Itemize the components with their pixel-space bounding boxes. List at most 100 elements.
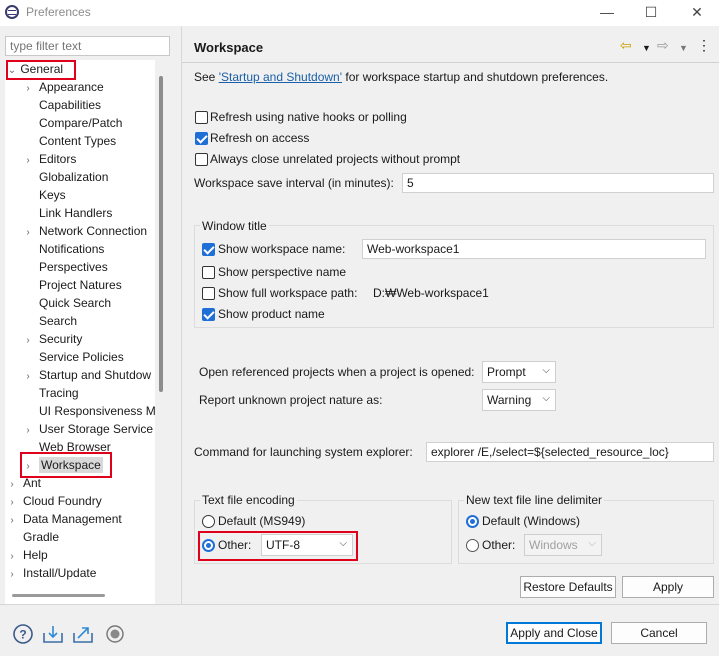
tree-item-project-natures[interactable]: Project Natures: [23, 276, 122, 294]
tree-item-globalization[interactable]: Globalization: [23, 168, 108, 186]
tree-item-label: Keys: [39, 188, 66, 202]
chevron-down-icon: ⌵: [542, 393, 550, 404]
vertical-scrollbar[interactable]: [159, 76, 163, 392]
delimiter-other-label: Other:: [482, 538, 516, 552]
refresh-native-label: Refresh using native hooks or polling: [210, 110, 407, 124]
tree-item-label: Editors: [39, 152, 77, 166]
back-arrow-icon[interactable]: ⇦: [620, 37, 632, 53]
tree-item-perspectives[interactable]: Perspectives: [23, 258, 108, 276]
preference-tree-pane: ⌄ General ›AppearanceCapabilitiesCompare…: [0, 26, 180, 618]
show-perspective-name-checkbox[interactable]: [202, 266, 215, 279]
refresh-access-label: Refresh on access: [210, 131, 310, 145]
tree-item-content-types[interactable]: Content Types: [23, 132, 116, 150]
show-full-path-checkbox[interactable]: [202, 287, 215, 300]
chevron-right-icon[interactable]: ›: [7, 566, 17, 584]
minimize-button[interactable]: —: [592, 2, 622, 22]
tree-item-label: Startup and Shutdow: [39, 368, 152, 382]
record-icon[interactable]: [104, 623, 126, 645]
open-referenced-select[interactable]: Prompt ⌵: [482, 361, 556, 383]
tree-item-ui-responsiveness-m[interactable]: UI Responsiveness M: [23, 402, 155, 420]
show-full-path-label: Show full workspace path:: [218, 286, 358, 300]
svg-text:?: ?: [19, 628, 26, 642]
show-perspective-name-label: Show perspective name: [218, 265, 347, 279]
explorer-command-input[interactable]: explorer /E,/select=${selected_resource_…: [426, 442, 714, 462]
encoding-default-label: Default (MS949): [218, 514, 306, 528]
tree-item-label: Notifications: [39, 242, 105, 256]
workspace-page: Workspace ⇦ ▼ ⇨ ▼ ⋮ See 'Startup and Shu…: [182, 26, 719, 604]
maximize-button[interactable]: ☐: [636, 2, 666, 22]
tree-item-label: Compare/Patch: [39, 116, 123, 130]
tree-item-label: Perspectives: [39, 260, 108, 274]
tree-item-keys[interactable]: Keys: [23, 186, 66, 204]
filter-input[interactable]: [5, 36, 170, 56]
tree-item-network-connection[interactable]: › Network Connection: [23, 222, 147, 240]
highlight-encoding: [198, 531, 358, 561]
import-icon[interactable]: [42, 623, 64, 645]
save-interval-input[interactable]: 5: [402, 173, 714, 193]
show-workspace-name-checkbox[interactable]: [202, 243, 215, 256]
title-bar: Preferences — ☐ ✕: [0, 0, 719, 26]
tree-item-service-policies[interactable]: Service Policies: [23, 348, 124, 366]
tree-item-label: Data Management: [23, 512, 122, 526]
startup-link-line: See 'Startup and Shutdown' for workspace…: [194, 70, 609, 84]
tree-item-security[interactable]: › Security: [23, 330, 82, 348]
delimiter-other-radio[interactable]: [466, 539, 479, 552]
highlight-general: [6, 60, 76, 80]
show-product-name-label: Show product name: [218, 307, 325, 321]
cancel-button[interactable]: Cancel: [611, 622, 707, 644]
tree-item-capabilities[interactable]: Capabilities: [23, 96, 101, 114]
tree-item-notifications[interactable]: Notifications: [23, 240, 104, 258]
tree-item-cloud-foundry[interactable]: › Cloud Foundry: [7, 492, 102, 510]
help-icon[interactable]: ?: [12, 623, 34, 645]
report-unknown-select[interactable]: Warning ⌵: [482, 389, 556, 411]
tree-item-startup-and-shutdow[interactable]: › Startup and Shutdow: [23, 366, 151, 384]
workspace-name-input[interactable]: Web-workspace1: [362, 239, 706, 259]
tree-item-label: Project Natures: [39, 278, 122, 292]
line-delimiter-group-label: New text file line delimiter: [464, 493, 605, 507]
delimiter-select[interactable]: Windows ⌵: [524, 534, 602, 556]
apply-and-close-button[interactable]: Apply and Close: [506, 622, 602, 644]
explorer-command-label: Command for launching system explorer:: [194, 445, 413, 459]
forward-arrow-icon[interactable]: ⇨: [657, 37, 669, 53]
encoding-default-radio[interactable]: [202, 515, 215, 528]
tree-item-label: Appearance: [39, 80, 104, 94]
tree-item-quick-search[interactable]: Quick Search: [23, 294, 111, 312]
tree-item-gradle[interactable]: Gradle: [7, 528, 59, 546]
tree-item-compare-patch[interactable]: Compare/Patch: [23, 114, 122, 132]
tree-item-help[interactable]: › Help: [7, 546, 48, 564]
tree-item-tracing[interactable]: Tracing: [23, 384, 79, 402]
dialog-footer: ? Apply and Close Cancel: [0, 604, 719, 656]
startup-shutdown-link[interactable]: 'Startup and Shutdown': [219, 70, 342, 84]
tree-item-label: Tracing: [39, 386, 79, 400]
horizontal-scrollbar[interactable]: [12, 594, 105, 597]
refresh-access-checkbox[interactable]: [195, 132, 208, 145]
tree-item-user-storage-service[interactable]: › User Storage Service: [23, 420, 153, 438]
export-icon[interactable]: [72, 623, 94, 645]
tree-item-label: Search: [39, 314, 78, 328]
show-product-name-checkbox[interactable]: [202, 308, 215, 321]
tree-item-editors[interactable]: › Editors: [23, 150, 76, 168]
restore-defaults-button[interactable]: Restore Defaults: [520, 576, 616, 598]
tree-item-label: UI Responsiveness M: [39, 404, 155, 418]
view-menu-icon[interactable]: ⋮: [697, 37, 711, 53]
always-close-checkbox[interactable]: [195, 153, 208, 166]
tree-item-link-handlers[interactable]: Link Handlers: [23, 204, 112, 222]
delimiter-default-radio[interactable]: [466, 515, 479, 528]
report-unknown-label: Report unknown project nature as:: [199, 393, 383, 407]
tree-item-label: User Storage Service: [39, 422, 154, 436]
tree-item-label: Cloud Foundry: [23, 494, 102, 508]
refresh-native-checkbox[interactable]: [195, 111, 208, 124]
tree-item-install-update[interactable]: › Install/Update: [7, 564, 96, 582]
back-menu-chevron-icon[interactable]: ▼: [642, 40, 651, 56]
window-title: Preferences: [26, 5, 91, 19]
forward-menu-chevron-icon[interactable]: ▼: [679, 40, 688, 56]
text-encoding-group-label: Text file encoding: [200, 493, 297, 507]
tree-item-appearance[interactable]: › Appearance: [23, 78, 104, 96]
tree-item-data-management[interactable]: › Data Management: [7, 510, 122, 528]
apply-button[interactable]: Apply: [622, 576, 714, 598]
full-path-value: D:₩Web-workspace1: [373, 286, 489, 300]
tree-item-search[interactable]: Search: [23, 312, 77, 330]
tree-item-label: Help: [23, 548, 48, 562]
close-button[interactable]: ✕: [682, 2, 712, 22]
tree-item-label: Ant: [23, 476, 42, 490]
